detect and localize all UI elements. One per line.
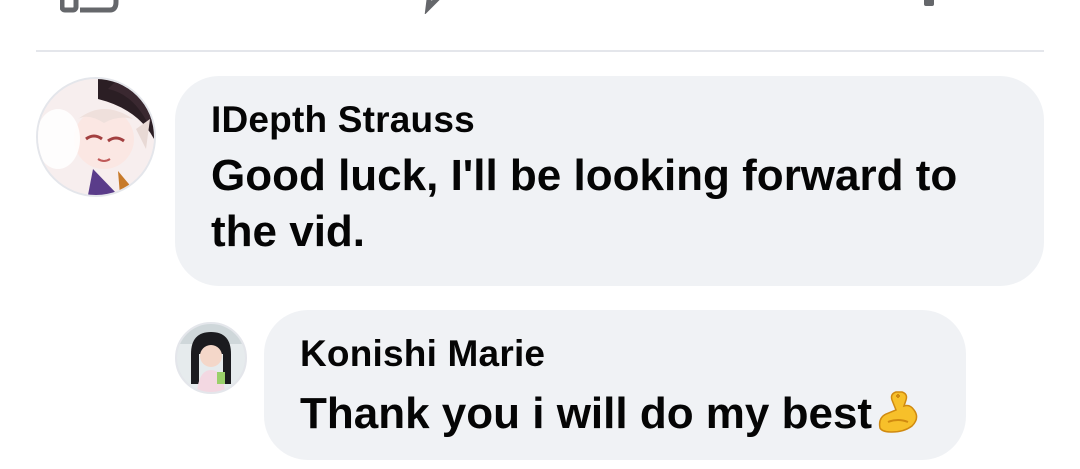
reply-text: Thank you i will do my best: [300, 389, 873, 438]
share-button[interactable]: [770, 0, 840, 14]
like-button[interactable]: [60, 0, 120, 14]
anime-character-avatar-icon: [38, 79, 154, 195]
comment-text: Good luck, I'll be looking forward to th…: [211, 151, 958, 256]
reply-author[interactable]: Konishi Marie: [300, 332, 930, 376]
share-label-fragment: [924, 0, 934, 6]
comment-button[interactable]: [420, 0, 480, 14]
comment-bubble-icon: [424, 0, 440, 14]
post-action-bar: [0, 0, 1080, 50]
share-arrow-icon: [770, 0, 840, 14]
thumbs-up-icon: [60, 0, 119, 13]
comment-bubble[interactable]: IDepth Strauss Good luck, I'll be lookin…: [175, 76, 1044, 286]
reply-text-line: Thank you i will do my best: [300, 386, 930, 448]
flexed-biceps-emoji-icon: [874, 388, 920, 448]
reply-avatar[interactable]: [175, 322, 247, 394]
divider: [36, 50, 1044, 52]
commenter-avatar[interactable]: [36, 77, 156, 197]
user-photo-avatar-icon: [177, 324, 245, 392]
reply-bubble[interactable]: Konishi Marie Thank you i will do my bes…: [264, 310, 966, 460]
comment-author[interactable]: IDepth Strauss: [211, 98, 1008, 142]
